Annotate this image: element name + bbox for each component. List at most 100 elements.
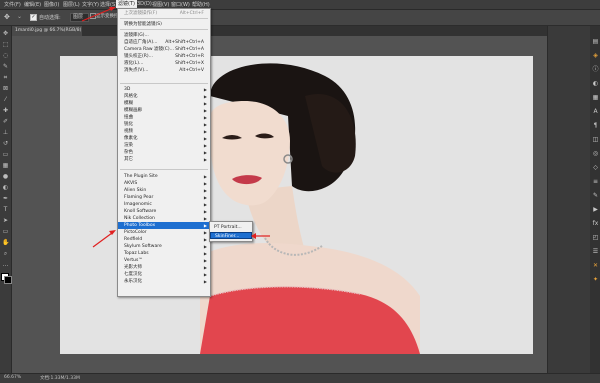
brushes-icon[interactable]: ✎ xyxy=(592,192,599,199)
info-icon[interactable]: ⓘ xyxy=(592,66,599,73)
lasso-icon[interactable]: ◌ xyxy=(2,52,9,59)
crossed-tools-icon[interactable]: ✕ xyxy=(592,262,599,269)
plugin-item[interactable]: Nik Collection ▶ xyxy=(118,215,210,222)
gradient-icon[interactable]: ▦ xyxy=(2,162,9,169)
filter-sharpen-item[interactable]: 锐化 ▶ xyxy=(118,121,210,128)
paragraph-icon[interactable]: ¶ xyxy=(592,122,599,129)
plugin-item[interactable]: Redfield ▶ xyxy=(118,236,210,243)
menu-edit[interactable]: 编辑(E) xyxy=(24,1,41,8)
hand-icon[interactable]: ✋ xyxy=(2,239,9,246)
eraser-icon[interactable]: ▭ xyxy=(2,151,9,158)
plugin-item[interactable]: PictoColor ▶ xyxy=(118,229,210,236)
character-icon[interactable]: A xyxy=(592,108,599,115)
last-filter-label: 上次滤镜操作(F) xyxy=(124,11,158,16)
convert-smart-filter-item[interactable]: 转换为智能滤镜(S) xyxy=(118,21,210,28)
menu-3d[interactable]: 3D(D) xyxy=(137,1,152,7)
menu-filter[interactable]: 滤镜(T) xyxy=(116,0,137,8)
plugin-item[interactable]: 七度汉化 ▶ xyxy=(118,271,210,278)
submenu-arrow-icon: ▶ xyxy=(203,87,207,92)
history-brush-icon[interactable]: ↺ xyxy=(2,140,9,147)
path-select-icon[interactable]: ➤ xyxy=(2,217,9,224)
liquify-item[interactable]: 液化(L)... Shift+Ctrl+X xyxy=(118,60,210,67)
shape-icon[interactable]: ▭ xyxy=(2,228,9,235)
adjustments-icon[interactable]: ◐ xyxy=(592,80,599,87)
actions-icon[interactable]: ▶ xyxy=(592,206,599,213)
paths-icon[interactable]: ◇ xyxy=(592,164,599,171)
filter-other-item[interactable]: 其它 ▶ xyxy=(118,156,210,163)
menu-item-label: 自适应广角(A)... xyxy=(124,40,158,45)
menu-image[interactable]: 图像(I) xyxy=(44,1,59,8)
menu-type[interactable]: 文字(Y) xyxy=(82,1,99,8)
blur-icon[interactable]: ● xyxy=(2,173,9,180)
camera-raw-item[interactable]: Camera Raw 滤镜(C)... Shift+Ctrl+A xyxy=(118,46,210,53)
dodge-icon[interactable]: ◐ xyxy=(2,184,9,191)
channels-icon[interactable]: ◎ xyxy=(592,150,599,157)
plugin-item[interactable]: Skylum Software ▶ xyxy=(118,243,210,250)
pt-portrait-item[interactable]: PT Portrait... xyxy=(210,224,252,231)
brush-icon[interactable]: ✐ xyxy=(2,118,9,125)
menu-window[interactable]: 窗口(W) xyxy=(171,1,190,8)
zoom-icon[interactable]: ⌕ xyxy=(2,250,9,257)
filter-pixelate-item[interactable]: 像素化 ▶ xyxy=(118,135,210,142)
plugin-item[interactable]: 永乐汉化 ▶ xyxy=(118,278,210,285)
plugin-item[interactable]: Flaming Pear ▶ xyxy=(118,194,210,201)
plugin-item[interactable]: The Plugin Site ▶ xyxy=(118,173,210,180)
type-icon[interactable]: T xyxy=(2,206,9,213)
plugin-item[interactable]: Alien Skin ▶ xyxy=(118,187,210,194)
lens-correction-item[interactable]: 镜头校正(R)... Shift+Ctrl+R xyxy=(118,53,210,60)
eyedropper-icon[interactable]: ⁄ xyxy=(2,96,9,103)
adaptive-wide-angle-item[interactable]: 自适应广角(A)... Alt+Shift+Ctrl+A xyxy=(118,39,210,46)
document-tab[interactable]: 1mardi0.jpg @ 66.7%(RGB/8) xyxy=(12,26,82,36)
last-filter-item[interactable]: 上次滤镜操作(F) Alt+Ctrl+F xyxy=(118,10,210,17)
filter-render-item[interactable]: 渲染 ▶ xyxy=(118,142,210,149)
color-icon[interactable]: ◈ xyxy=(592,52,599,59)
more-tools-icon[interactable]: … xyxy=(2,261,9,268)
menu-layer[interactable]: 图层(L) xyxy=(63,1,80,8)
submenu-arrow-icon: ▶ xyxy=(203,157,207,162)
plugin-item[interactable]: Imagenomic ▶ xyxy=(118,201,210,208)
filter-video-item[interactable]: 视频 ▶ xyxy=(118,128,210,135)
libraries-icon[interactable]: ☰ xyxy=(592,248,599,255)
plugin-item[interactable]: AKVIS ▶ xyxy=(118,180,210,187)
filter-3d-item[interactable]: 3D ▶ xyxy=(118,86,210,93)
plugin-item[interactable]: Knoll Software ▶ xyxy=(118,208,210,215)
marquee-icon[interactable]: ⬚ xyxy=(2,41,9,48)
history-icon[interactable]: ▤ xyxy=(592,38,599,45)
plugin-item[interactable]: 光影大师 ▶ xyxy=(118,264,210,271)
healing-brush-icon[interactable]: ✚ xyxy=(2,107,9,114)
styles-icon[interactable]: fx xyxy=(592,220,599,227)
filter-blur-item[interactable]: 模糊 ▶ xyxy=(118,100,210,107)
plugin-item[interactable]: Vertus™ ▶ xyxy=(118,257,210,264)
background-color-swatch[interactable] xyxy=(4,276,12,284)
menu-help[interactable]: 帮助(H) xyxy=(192,1,210,8)
filter-noise-item[interactable]: 杂色 ▶ xyxy=(118,149,210,156)
move-tool-icon[interactable]: ✥ xyxy=(4,13,10,21)
crop-icon[interactable]: ⌗ xyxy=(2,74,9,81)
swatches-icon[interactable]: ▦ xyxy=(592,94,599,101)
filter-distort-item[interactable]: 扭曲 ▶ xyxy=(118,114,210,121)
layers-icon[interactable]: ◫ xyxy=(592,136,599,143)
plugin-icon[interactable]: ✦ xyxy=(592,276,599,283)
quick-select-icon[interactable]: ✎ xyxy=(2,63,9,70)
move-icon[interactable]: ✥ xyxy=(2,30,9,37)
vanishing-point-item[interactable]: 消失点(V)... Alt+Ctrl+V xyxy=(118,67,210,74)
menu-view[interactable]: 视图(V) xyxy=(152,1,169,8)
filter-gallery-item[interactable]: 滤镜库(G)... xyxy=(118,32,210,39)
skinfiner-item[interactable]: SkinFiner... xyxy=(210,232,252,239)
properties-icon[interactable]: ≡ xyxy=(592,178,599,185)
plugin-item[interactable]: Topaz Labs ▶ xyxy=(118,250,210,257)
pen-icon[interactable]: ✒ xyxy=(2,195,9,202)
menu-item-shortcut: Shift+Ctrl+A xyxy=(175,47,204,52)
navigator-icon[interactable]: ◰ xyxy=(592,234,599,241)
clone-stamp-icon[interactable]: ⊥ xyxy=(2,129,9,136)
auto-select-checkbox[interactable]: ✓ xyxy=(30,14,37,21)
menu-select[interactable]: 选择(S) xyxy=(100,1,117,8)
zoom-level[interactable]: 66.67% xyxy=(4,375,21,380)
frame-icon[interactable]: ⊠ xyxy=(2,85,9,92)
filter-blur-gallery-item[interactable]: 模糊画廊 ▶ xyxy=(118,107,210,114)
photo-toolbox-item[interactable]: Photo Toolbox ▶ xyxy=(118,222,210,229)
auto-select-dropdown[interactable]: 图层 xyxy=(70,13,89,22)
menu-file[interactable]: 文件(F) xyxy=(4,1,21,8)
filter-stylize-item[interactable]: 风格化 ▶ xyxy=(118,93,210,100)
chevron-down-icon[interactable]: ⌄ xyxy=(17,13,22,20)
